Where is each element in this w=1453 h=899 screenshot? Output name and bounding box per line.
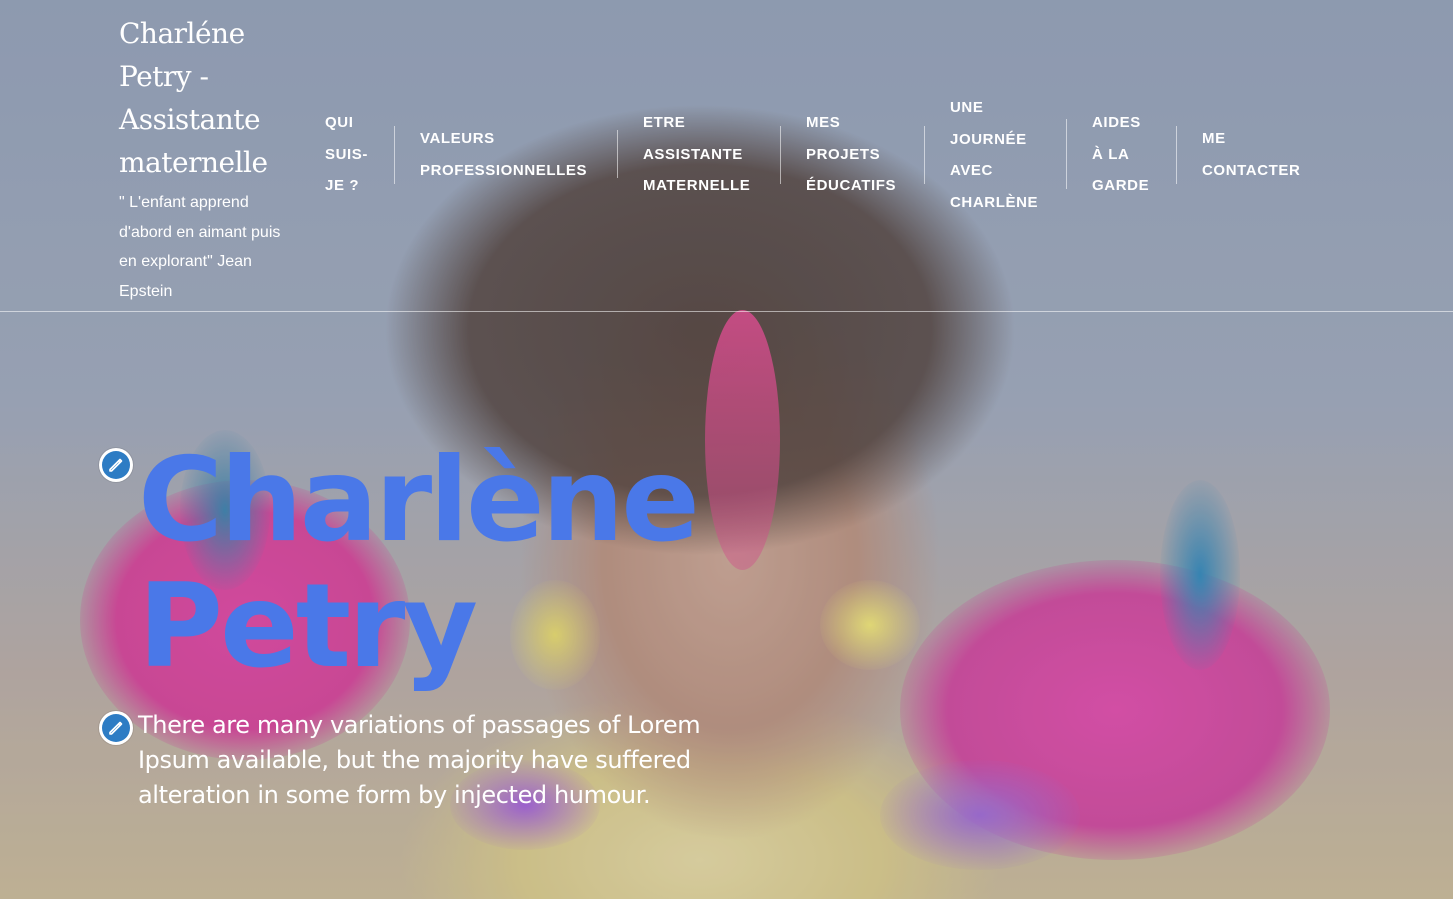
nav-item-label: MES (806, 114, 841, 131)
hero-title-line: Petry (138, 559, 478, 694)
nav-item-label: CONTACTER (1202, 161, 1301, 179)
edit-title-button[interactable] (99, 448, 133, 482)
nav-item-label: GARDE (1092, 177, 1150, 194)
site-header: Charléne Petry - Assistante maternelle "… (0, 0, 1453, 312)
nav-item-label: JOURNÉE (950, 130, 1027, 148)
nav-item-me-contacter[interactable]: ME CONTACTER (1202, 123, 1300, 186)
nav-divider (394, 126, 395, 184)
nav-item-label: MATERNELLE (643, 177, 751, 194)
nav-item-label: ME (1202, 130, 1226, 147)
nav-item-label: QUI (325, 114, 354, 131)
nav-item-label: PROJETS (806, 145, 881, 163)
nav-item-label: ETRE (643, 114, 686, 131)
nav-divider (1066, 119, 1067, 189)
nav-item-etre-assistante-maternelle[interactable]: ETRE ASSISTANTE MATERNELLE (643, 107, 750, 202)
nav-item-label: ÉDUCATIFS (806, 177, 897, 194)
nav-item-label: ASSISTANTE (643, 145, 743, 163)
nav-divider (924, 126, 925, 184)
nav-item-label: SUIS- (325, 145, 369, 163)
nav-item-label: VALEURS (420, 130, 495, 147)
nav-item-label: À LA (1092, 145, 1130, 163)
nav-divider (1176, 126, 1177, 184)
nav-item-qui-suis-je[interactable]: QUI SUIS- JE ? (325, 107, 368, 202)
nav-item-label: PROFESSIONNELLES (420, 161, 588, 179)
nav-item-aides-a-la-garde[interactable]: AIDES À LA GARDE (1092, 107, 1149, 202)
nav-divider (780, 126, 781, 184)
nav-divider (617, 130, 618, 178)
hero-title-line: Charlène (138, 433, 700, 568)
nav-item-label: AVEC (950, 162, 993, 179)
hero-section: Charléne Petry - Assistante maternelle "… (0, 0, 1453, 899)
nav-item-une-journee-avec-charlene[interactable]: UNE JOURNÉE AVEC CHARLÈNE (950, 92, 1038, 218)
edit-text-button[interactable] (99, 711, 133, 745)
nav-item-mes-projets-educatifs[interactable]: MES PROJETS ÉDUCATIFS (806, 107, 896, 202)
nav-item-valeurs-professionnelles[interactable]: VALEURS PROFESSIONNELLES (420, 123, 587, 186)
pencil-icon (109, 458, 123, 472)
nav-item-label: AIDES (1092, 114, 1141, 131)
nav-item-label: UNE (950, 99, 984, 116)
nav-item-label: CHARLÈNE (950, 193, 1039, 211)
pencil-icon (109, 721, 123, 735)
hero-title: Charlène Petry (138, 438, 778, 690)
hero-description: There are many variations of passages of… (138, 711, 701, 809)
main-navigation: QUI SUIS- JE ? VALEURS PROFESSIONNELLES … (0, 0, 1453, 311)
nav-item-label: JE ? (325, 177, 360, 194)
